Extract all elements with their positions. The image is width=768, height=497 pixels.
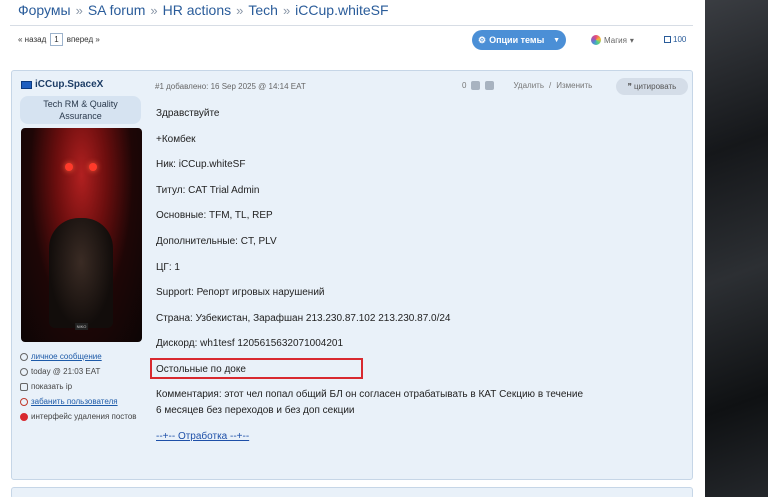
username[interactable]: iCCup.SpaceX (35, 79, 103, 90)
delete-posts-row: интерфейс удаления постов (20, 409, 137, 424)
breadcrumb-separator: » (282, 3, 291, 18)
breadcrumb-current-topic: iCCup.whiteSF (295, 2, 389, 18)
message-icon (20, 352, 28, 361)
eye-shape (65, 163, 73, 171)
action-separator: / (549, 81, 552, 90)
delete-posts-interface[interactable]: интерфейс удаления постов (31, 409, 137, 424)
forum-post: iCCup.SpaceX Tech RM & Quality Assurance… (11, 70, 693, 480)
magic-icon (591, 35, 601, 45)
ban-user-row: забанить пользователя (20, 394, 137, 409)
breadcrumb-hr-actions[interactable]: HR actions (163, 2, 231, 18)
quote-icon: ❞ (627, 82, 632, 91)
post-meta: #1 добавлено: 16 Sep 2025 @ 14:14 EAT (155, 82, 306, 91)
header-divider (10, 25, 693, 26)
post-count[interactable]: 100 (664, 35, 686, 44)
rank-line: Tech RM & Quality (43, 99, 118, 109)
list-icon (664, 36, 671, 43)
post-line: Support: Репорт игровых нарушений (156, 287, 325, 298)
comment-line: 6 месяцев без переходов и без доп секции (156, 405, 355, 416)
breadcrumb-separator: » (236, 3, 244, 18)
last-seen: today @ 21:03 EAT (31, 367, 101, 376)
figure-silhouette (49, 218, 113, 328)
avatar-caption: NIKO (74, 323, 89, 330)
breadcrumb-sa-forum[interactable]: SA forum (88, 2, 146, 18)
otrabotka-link[interactable]: --+-- Отработка --+-- (156, 431, 249, 442)
user-sidebar-links: личное сообщение today @ 21:03 EAT показ… (20, 349, 137, 424)
show-ip-row: показать ip (20, 379, 137, 394)
post-line: Титул: CAT Trial Admin (156, 185, 260, 196)
post-line: Дискорд: wh1tesf 1205615632071004201 (156, 338, 344, 349)
background-artwork (705, 0, 768, 497)
thumbs-up-icon[interactable] (471, 81, 481, 90)
post-line: +Комбек (156, 134, 196, 145)
chevron-down-icon: ▼ (553, 36, 560, 44)
post-line-highlighted: Остольные по доке (156, 364, 246, 375)
quote-button[interactable]: ❞ цитировать (616, 78, 688, 95)
edit-post-link[interactable]: Изменить (556, 81, 592, 90)
breadcrumb-forums[interactable]: Форумы (18, 2, 71, 18)
thumbs-down-icon[interactable] (485, 81, 495, 90)
vote-count: 0 (462, 81, 467, 90)
breadcrumb-separator: » (75, 3, 83, 18)
private-message-row: личное сообщение (20, 349, 137, 364)
gear-icon: ⚙ (478, 34, 487, 45)
private-message-link[interactable]: личное сообщение (31, 349, 102, 364)
next-post-edge (11, 487, 693, 497)
magic-dropdown[interactable]: Магия ▾ (591, 35, 634, 45)
rank-line: Assurance (59, 111, 102, 121)
chevron-down-icon: ▾ (629, 35, 634, 45)
next-page-link[interactable]: вперед » (67, 35, 100, 44)
last-seen-row: today @ 21:03 EAT (20, 364, 137, 379)
delete-post-link[interactable]: Удалить (513, 81, 544, 90)
quote-label: цитировать (633, 82, 677, 91)
comment-line: Комментария: этот чел попал общий БЛ он … (156, 389, 584, 400)
eye-shape (89, 163, 97, 171)
prev-page-link[interactable]: « назад (18, 35, 46, 44)
post-line: Дополнительные: CT, PLV (156, 236, 277, 247)
breadcrumb-separator: » (150, 3, 158, 18)
post-count-value: 100 (673, 35, 687, 44)
user-rank-badge: Tech RM & Quality Assurance (20, 96, 141, 124)
topic-options-label: Опции темы (489, 35, 545, 45)
post-line: Страна: Узбекистан, Зарафшан 213.230.87.… (156, 313, 451, 324)
post-line: Здравствуйте (156, 108, 220, 119)
pagination: « назад 1 вперед » (18, 33, 100, 46)
magic-label: Магия (604, 35, 627, 45)
page-number[interactable]: 1 (50, 33, 63, 46)
breadcrumb: Форумы » SA forum » HR actions » Tech » iCCup.wh… (18, 2, 389, 18)
avatar: NIKO (21, 128, 142, 342)
post-line: ЦГ: 1 (156, 262, 180, 273)
forum-page: Форумы » SA forum » HR actions » Tech » iCCup.wh… (0, 0, 705, 497)
breadcrumb-tech[interactable]: Tech (248, 2, 278, 18)
delete-icon (20, 412, 28, 421)
ban-icon (20, 397, 28, 406)
ip-icon (20, 382, 28, 391)
ban-user-link[interactable]: забанить пользователя (31, 394, 118, 409)
flag-icon (21, 80, 32, 89)
post-actions: 0 Удалить / Изменить (462, 81, 592, 90)
post-author[interactable]: iCCup.SpaceX (21, 79, 103, 90)
topic-options-button[interactable]: ⚙ Опции темы ▼ (472, 30, 566, 50)
post-line: Основные: TFM, TL, REP (156, 210, 273, 221)
post-line: Ник: iCCup.whiteSF (156, 159, 246, 170)
clock-icon (20, 367, 28, 376)
show-ip-link[interactable]: показать ip (31, 379, 72, 394)
